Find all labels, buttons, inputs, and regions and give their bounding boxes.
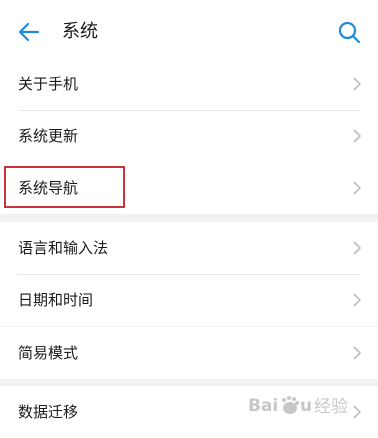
svg-text:经验: 经验 <box>314 397 348 417</box>
chevron-right-icon <box>353 293 362 307</box>
menu-item-label: 关于手机 <box>18 75 79 93</box>
svg-text:Bai: Bai <box>248 396 278 416</box>
chevron-right-icon <box>353 241 362 255</box>
page-title: 系统 <box>62 21 98 42</box>
menu-item-system-update[interactable]: 系统更新 <box>0 110 378 162</box>
back-button[interactable] <box>14 17 44 47</box>
chevron-right-icon <box>353 77 362 91</box>
search-icon <box>338 21 361 44</box>
settings-group-locale: 语言和输入法 日期和时间 <box>0 222 378 326</box>
menu-item-simple-mode[interactable]: 简易模式 <box>0 327 378 379</box>
settings-group-simple-mode: 简易模式 <box>0 327 378 379</box>
chevron-right-icon <box>353 346 362 360</box>
chevron-right-icon <box>353 129 362 143</box>
menu-item-system-navigation[interactable]: 系统导航 <box>0 162 378 214</box>
menu-item-date-time[interactable]: 日期和时间 <box>0 274 378 326</box>
arrow-left-icon <box>18 22 40 42</box>
menu-item-label: 日期和时间 <box>18 291 94 309</box>
menu-item-label: 系统导航 <box>18 179 79 197</box>
baidu-watermark-logo: Bai u 经验 <box>248 396 348 417</box>
menu-item-label: 简易模式 <box>18 344 79 362</box>
search-button[interactable] <box>334 17 364 47</box>
menu-item-language-input[interactable]: 语言和输入法 <box>0 222 378 274</box>
chevron-right-icon <box>353 181 362 195</box>
settings-group-navigation: 系统导航 <box>0 162 378 214</box>
menu-item-label: 系统更新 <box>18 127 79 145</box>
svg-text:u: u <box>300 396 312 416</box>
menu-item-label: 语言和输入法 <box>18 239 109 257</box>
settings-group-general: 关于手机 系统更新 <box>0 58 378 162</box>
menu-item-about-phone[interactable]: 关于手机 <box>0 58 378 110</box>
app-header: 系统 <box>0 0 378 59</box>
